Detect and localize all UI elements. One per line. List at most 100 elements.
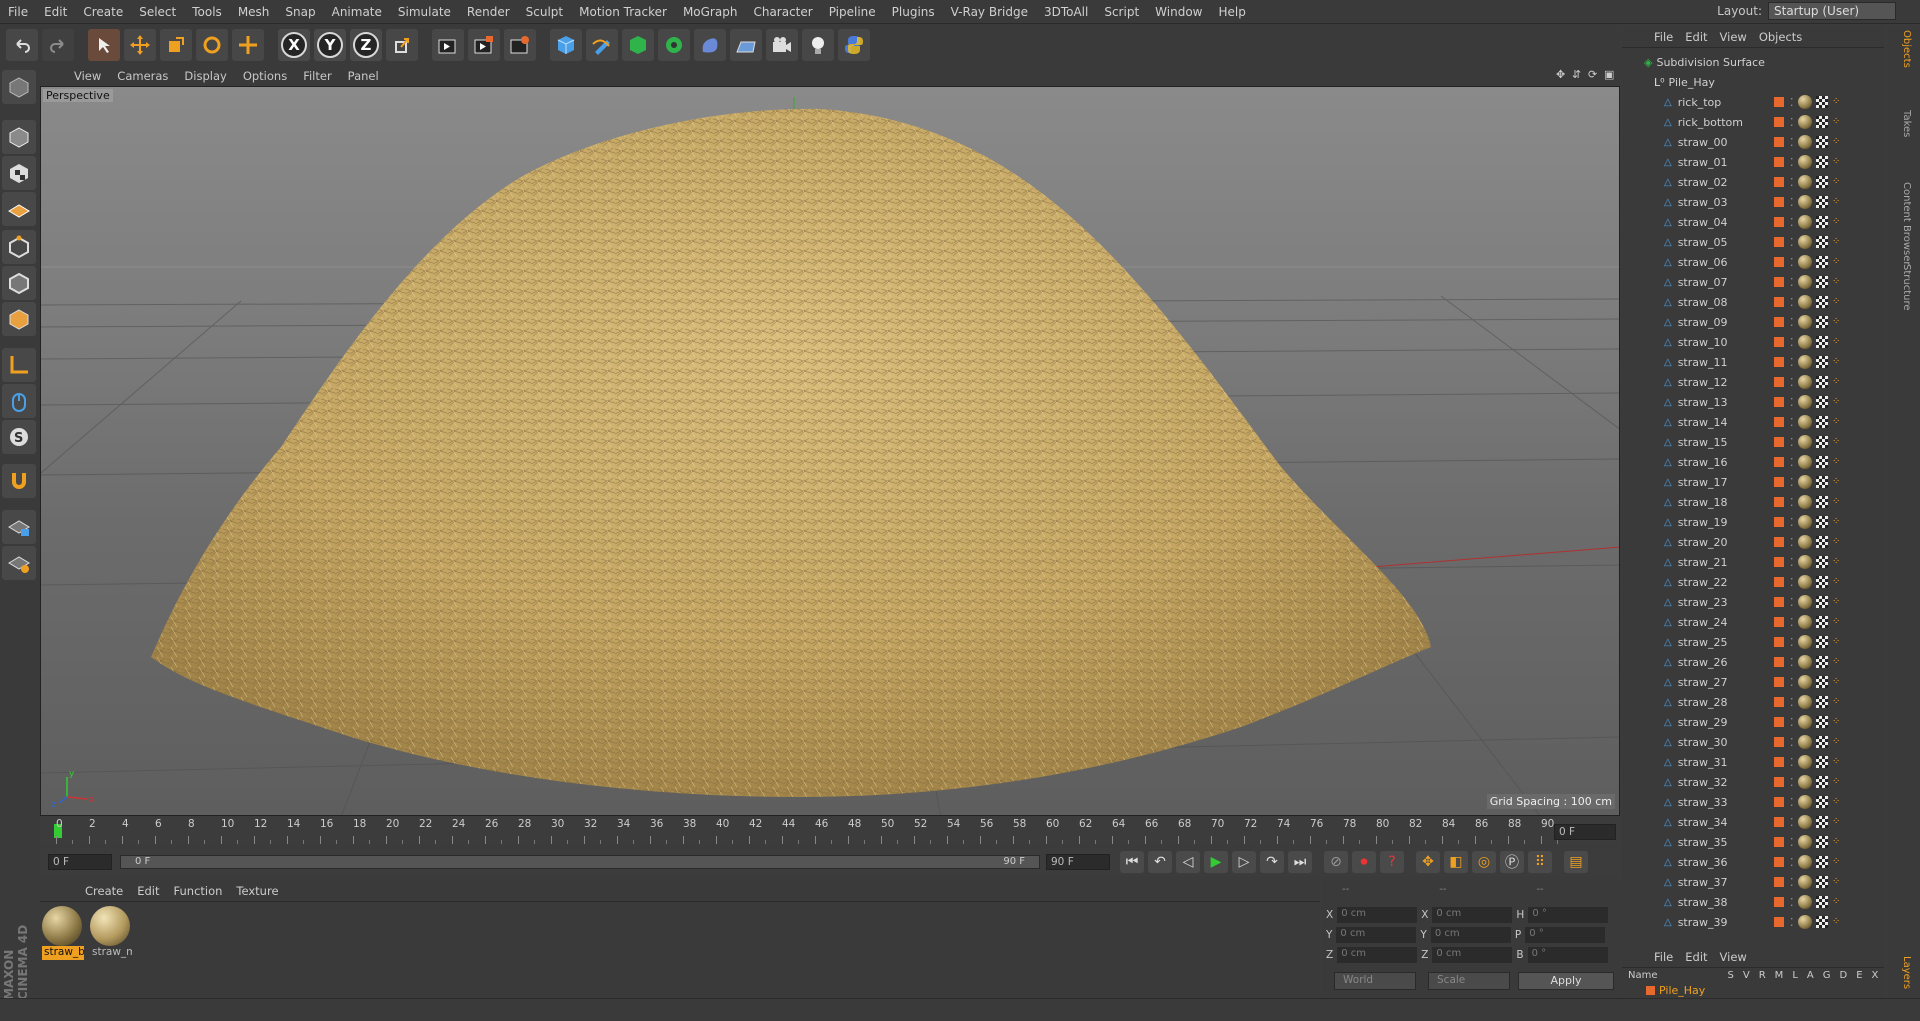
object-row-straw-24[interactable]: △ straw_24 ⁚ ⁘	[1626, 612, 1880, 632]
render-settings-icon[interactable]	[504, 29, 536, 61]
layer-tag[interactable]	[1774, 537, 1784, 547]
layer-tag[interactable]	[1774, 257, 1784, 267]
perspective-viewport[interactable]: y x z Perspective Grid Spacing : 100 cm	[40, 86, 1620, 816]
object-row-straw-06[interactable]: △ straw_06 ⁚ ⁘	[1626, 252, 1880, 272]
menu-mesh[interactable]: Mesh	[230, 5, 278, 19]
viewport-menu-cameras[interactable]: Cameras	[109, 69, 176, 83]
move-icon[interactable]	[124, 29, 156, 61]
object-row-straw-33[interactable]: △ straw_33 ⁚ ⁘	[1626, 792, 1880, 812]
visibility-dots-icon[interactable]: ⁚	[1790, 676, 1794, 689]
material-tag-icon[interactable]	[1798, 195, 1812, 209]
side-tab-takes[interactable]: Takes	[1894, 110, 1912, 137]
autokey-icon[interactable]: ⏺	[1352, 851, 1376, 873]
timeline-ruler[interactable]: 0 2 4 6 8 10 12 14 16 18 20 22 24 26 28 30 32 34 36 38 40 42 4…	[40, 816, 1620, 846]
material-tag-icon[interactable]	[1798, 355, 1812, 369]
material-tag-icon[interactable]	[1798, 615, 1812, 629]
object-row-straw-19[interactable]: △ straw_19 ⁚ ⁘	[1626, 512, 1880, 532]
selection-tag-icon[interactable]: ⁘	[1832, 257, 1842, 267]
uvw-tag-icon[interactable]	[1816, 676, 1828, 688]
visibility-dots-icon[interactable]: ⁚	[1790, 416, 1794, 429]
material-tag-icon[interactable]	[1798, 335, 1812, 349]
visibility-dots-icon[interactable]: ⁚	[1790, 316, 1794, 329]
selection-tag-icon[interactable]: ⁘	[1832, 217, 1842, 227]
material-tag-icon[interactable]	[1798, 875, 1812, 889]
material-tag-icon[interactable]	[1798, 855, 1812, 869]
menu-edit[interactable]: Edit	[36, 5, 75, 19]
menu-file[interactable]: File	[0, 5, 36, 19]
layer-tag[interactable]	[1774, 117, 1784, 127]
uvw-tag-icon[interactable]	[1816, 596, 1828, 608]
material-tag-icon[interactable]	[1798, 755, 1812, 769]
material-tag-icon[interactable]	[1798, 595, 1812, 609]
end-frame-field[interactable]: 90 F	[1046, 854, 1110, 870]
layer-tag[interactable]	[1774, 357, 1784, 367]
menu-snap[interactable]: Snap	[277, 5, 323, 19]
selection-tag-icon[interactable]: ⁘	[1832, 797, 1842, 807]
material-tag-icon[interactable]	[1798, 695, 1812, 709]
material-tag-icon[interactable]	[1798, 675, 1812, 689]
workplane-mode-icon[interactable]	[2, 192, 36, 226]
object-row-straw-16[interactable]: △ straw_16 ⁚ ⁘	[1626, 452, 1880, 472]
menu-tools[interactable]: Tools	[184, 5, 230, 19]
object-row-straw-01[interactable]: △ straw_01 ⁚ ⁘	[1626, 152, 1880, 172]
object-row-straw-14[interactable]: △ straw_14 ⁚ ⁘	[1626, 412, 1880, 432]
selection-tag-icon[interactable]: ⁘	[1832, 337, 1842, 347]
frame-range-slider[interactable]: 0 F 90 F	[120, 855, 1040, 869]
layer-tag[interactable]	[1774, 297, 1784, 307]
uvw-tag-icon[interactable]	[1816, 396, 1828, 408]
menu-motion-tracker[interactable]: Motion Tracker	[571, 5, 675, 19]
selection-tag-icon[interactable]: ⁘	[1832, 177, 1842, 187]
object-row-straw-32[interactable]: △ straw_32 ⁚ ⁘	[1626, 772, 1880, 792]
layer-tag[interactable]	[1774, 217, 1784, 227]
uvw-tag-icon[interactable]	[1816, 296, 1828, 308]
layer-row[interactable]: Pile_Hay	[1646, 984, 1705, 997]
key-rotation-icon[interactable]: ◎	[1472, 851, 1496, 873]
previous-keyframe-icon[interactable]: ↶	[1148, 851, 1172, 873]
key-parameter-icon[interactable]: Ⓟ	[1500, 851, 1524, 873]
object-row-straw-26[interactable]: △ straw_26 ⁚ ⁘	[1626, 652, 1880, 672]
layer-tag[interactable]	[1774, 477, 1784, 487]
pan-icon[interactable]: ✥	[1556, 69, 1568, 81]
uvw-tag-icon[interactable]	[1816, 336, 1828, 348]
layer-tag[interactable]	[1774, 557, 1784, 567]
material-menu-texture[interactable]: Texture	[229, 884, 285, 898]
object-row-straw-30[interactable]: △ straw_30 ⁚ ⁘	[1626, 732, 1880, 752]
material-tag-icon[interactable]	[1798, 775, 1812, 789]
array-mograph-icon[interactable]	[658, 29, 690, 61]
menu-select[interactable]: Select	[131, 5, 184, 19]
material-tag-icon[interactable]	[1798, 375, 1812, 389]
selection-tag-icon[interactable]: ⁘	[1832, 917, 1842, 927]
selection-tag-icon[interactable]: ⁘	[1832, 657, 1842, 667]
maximize-view-icon[interactable]: ▣	[1604, 69, 1616, 81]
material-tag-icon[interactable]	[1798, 415, 1812, 429]
object-row-straw-37[interactable]: △ straw_37 ⁚ ⁘	[1626, 872, 1880, 892]
object-row-root[interactable]: ◈ Subdivision Surface	[1626, 52, 1880, 72]
material-tag-icon[interactable]	[1798, 735, 1812, 749]
selection-tag-icon[interactable]: ⁘	[1832, 637, 1842, 647]
side-tab-content-browser[interactable]: Content Browser	[1894, 182, 1912, 265]
object-row-straw-29[interactable]: △ straw_29 ⁚ ⁘	[1626, 712, 1880, 732]
next-keyframe-icon[interactable]: ↷	[1260, 851, 1284, 873]
object-menu-objects[interactable]: Objects	[1753, 30, 1808, 44]
material-tag-icon[interactable]	[1798, 815, 1812, 829]
size-z-field[interactable]: 0 cm	[1432, 947, 1513, 963]
y-axis-toggle[interactable]: Y	[314, 29, 346, 61]
visibility-dots-icon[interactable]: ⁚	[1790, 776, 1794, 789]
rotation-b-field[interactable]: 0 °	[1527, 947, 1608, 963]
selection-tag-icon[interactable]: ⁘	[1832, 237, 1842, 247]
go-to-end-icon[interactable]: ⏭	[1288, 851, 1312, 873]
uvw-tag-icon[interactable]	[1816, 796, 1828, 808]
layer-tag[interactable]	[1774, 677, 1784, 687]
object-row-straw-05[interactable]: △ straw_05 ⁚ ⁘	[1626, 232, 1880, 252]
object-row-straw-07[interactable]: △ straw_07 ⁚ ⁘	[1626, 272, 1880, 292]
material-tag-icon[interactable]	[1798, 395, 1812, 409]
texture-mode-icon[interactable]	[2, 156, 36, 190]
polygons-mode-icon[interactable]	[2, 302, 36, 336]
selection-tag-icon[interactable]: ⁘	[1832, 617, 1842, 627]
uvw-tag-icon[interactable]	[1816, 756, 1828, 768]
selection-tag-icon[interactable]: ⁘	[1832, 697, 1842, 707]
object-row-straw-11[interactable]: △ straw_11 ⁚ ⁘	[1626, 352, 1880, 372]
undo-icon[interactable]	[6, 29, 38, 61]
object-row-straw-15[interactable]: △ straw_15 ⁚ ⁘	[1626, 432, 1880, 452]
selection-tag-icon[interactable]: ⁘	[1832, 817, 1842, 827]
